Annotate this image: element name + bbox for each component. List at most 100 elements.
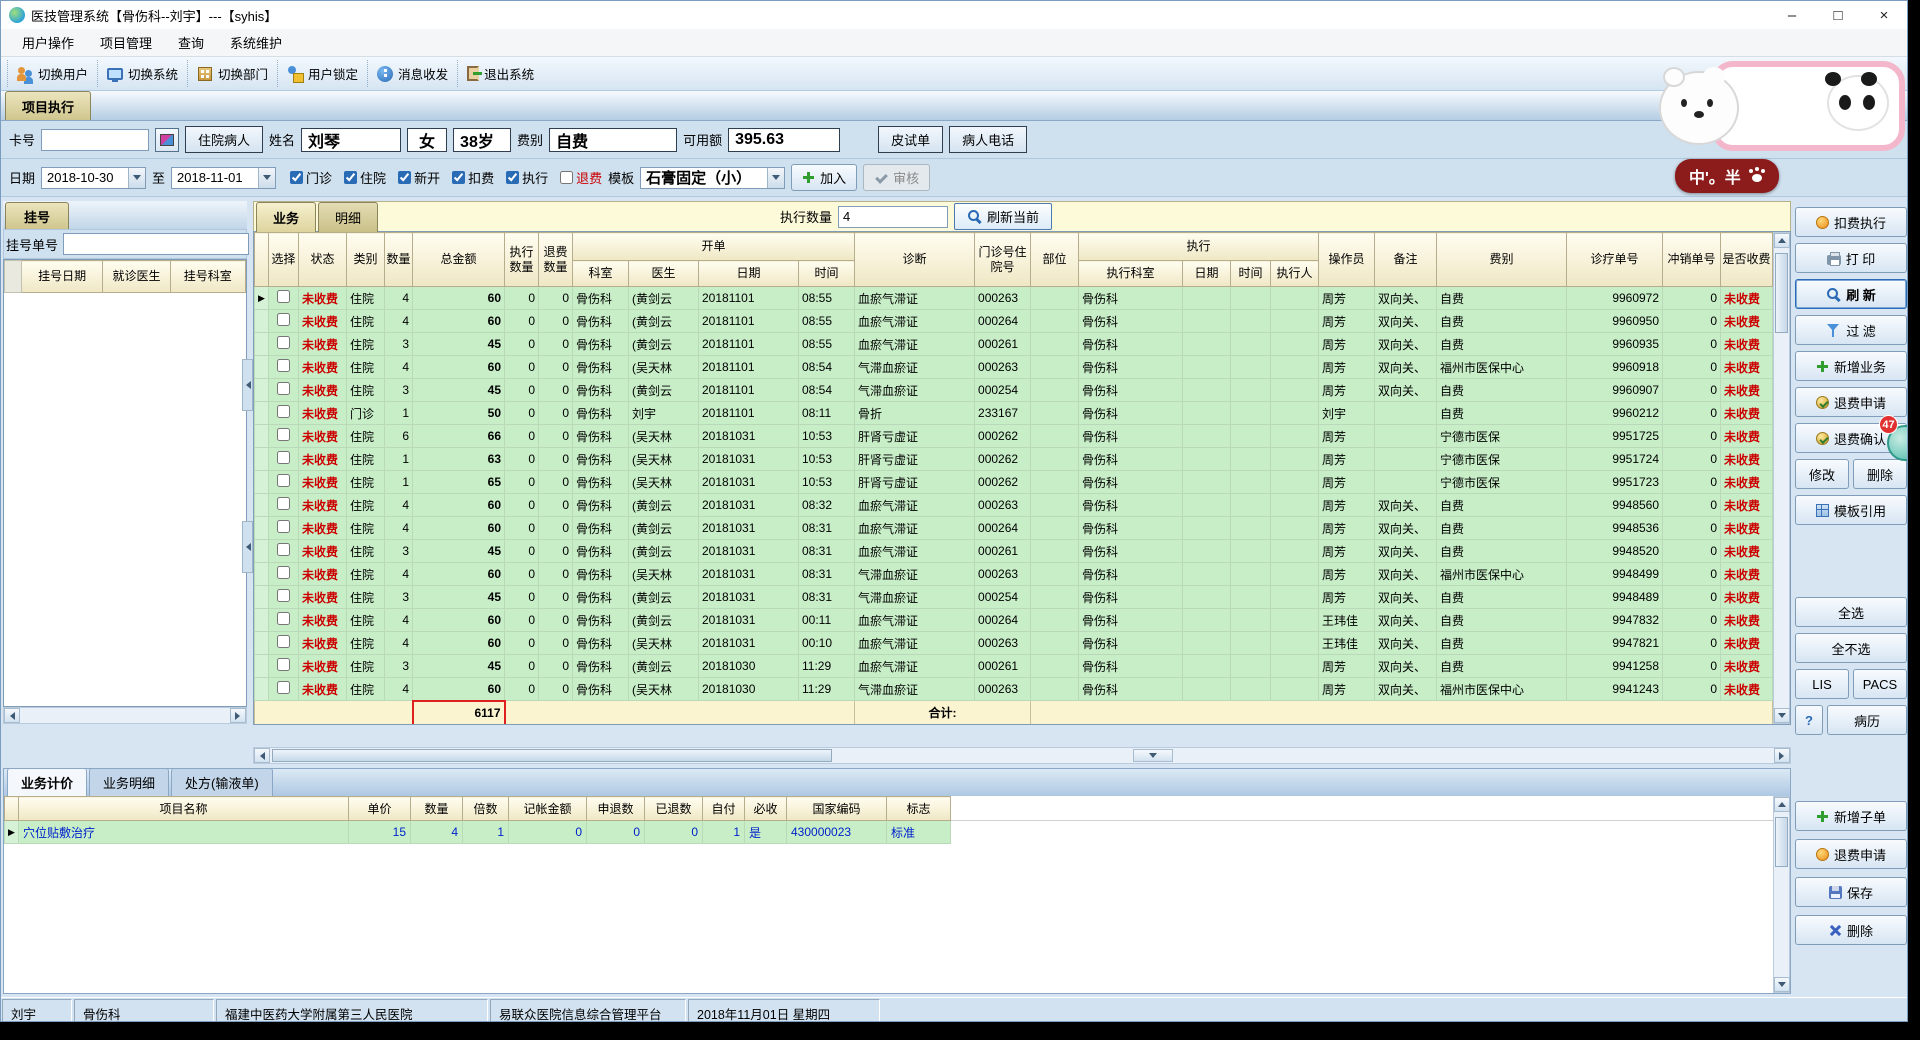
business-vscrollbar[interactable]: [1773, 232, 1790, 724]
scroll-right-icon[interactable]: [230, 708, 246, 723]
row-select-checkbox[interactable]: [277, 336, 290, 349]
filter-checkbox[interactable]: [398, 171, 412, 184]
deduct-execute-button[interactable]: 扣费执行: [1795, 207, 1907, 237]
delete-item-button[interactable]: 删除: [1795, 915, 1907, 945]
scroll-down-icon[interactable]: [1773, 977, 1790, 992]
row-select-checkbox[interactable]: [277, 405, 290, 418]
table-row[interactable]: 未收费 住院 4 60 0 0 骨伤科 (吴天林 20181031 08:31: [254, 562, 1773, 586]
delete-button[interactable]: 删除: [1853, 459, 1907, 489]
close-button[interactable]: ×: [1861, 1, 1907, 29]
toolbar-button[interactable]: 切换系统: [97, 60, 187, 87]
dropdown-arrow-icon[interactable]: [128, 167, 146, 188]
toolbar-button[interactable]: 切换部门: [187, 60, 277, 87]
table-row[interactable]: 未收费 住院 4 60 0 0 骨伤科 (吴天林 20181101 08:54: [254, 355, 1773, 379]
toolbar-button[interactable]: 消息收发: [367, 60, 457, 87]
medical-record-button[interactable]: 病历: [1827, 705, 1907, 735]
toolbar-button[interactable]: 退出系统: [457, 60, 543, 87]
dropdown-arrow-icon[interactable]: [767, 167, 785, 188]
scrollbar-thumb[interactable]: [272, 749, 832, 762]
toolbar-button[interactable]: 切换用户: [7, 60, 97, 87]
refresh-current-button[interactable]: 刷新当前: [954, 203, 1053, 230]
scrollbar-thumb[interactable]: [1775, 253, 1788, 333]
tab-detail[interactable]: 明细: [318, 201, 379, 232]
table-row[interactable]: 未收费 住院 3 45 0 0 骨伤科 (黄剑云 20181030 11:29: [254, 654, 1773, 678]
table-row[interactable]: 未收费 住院 1 63 0 0 骨伤科 (吴天林 20181031 10:53: [254, 447, 1773, 471]
menu-item[interactable]: 项目管理: [87, 28, 165, 57]
table-row[interactable]: 未收费 住院 4 60 0 0 骨伤科 (黄剑云 20181031 08:31: [254, 516, 1773, 540]
panel-collapse-button[interactable]: [242, 521, 253, 573]
date-to-select[interactable]: 2018-11-01: [171, 166, 277, 189]
tab-business-detail[interactable]: 业务明细: [89, 768, 170, 796]
select-all-button[interactable]: 全选: [1795, 597, 1907, 627]
filter-checkbox[interactable]: [290, 171, 304, 184]
table-row[interactable]: 未收费 住院 3 45 0 0 骨伤科 (黄剑云 20181031 08:31: [254, 585, 1773, 609]
scroll-up-icon[interactable]: [1773, 797, 1790, 812]
table-row[interactable]: 未收费 住院 4 60 0 0 骨伤科 (吴天林 20181030 11:29: [254, 677, 1773, 701]
table-row[interactable]: 未收费 住院 4 60 0 0 骨伤科 (黄剑云 20181031 08:32: [254, 493, 1773, 517]
menu-item[interactable]: 用户操作: [9, 28, 87, 57]
refresh-button[interactable]: 刷 新: [1795, 279, 1907, 309]
pricing-row[interactable]: ▶ 穴位贴敷治疗 15 4 1 0 0 0 1 是 430000023 标准: [4, 820, 1773, 844]
scroll-left-icon[interactable]: [254, 748, 270, 763]
tab-project-execute[interactable]: 项目执行: [5, 91, 92, 120]
inpatient-button[interactable]: 住院病人: [185, 126, 264, 153]
filter-button[interactable]: 过 滤: [1795, 315, 1907, 345]
pricing-vscrollbar[interactable]: [1773, 796, 1790, 993]
toolbar-button[interactable]: 用户锁定: [277, 60, 367, 87]
new-business-button[interactable]: 新增业务: [1795, 351, 1907, 381]
table-row[interactable]: 未收费 住院 4 60 0 0 骨伤科 (吴天林 20181031 00:10: [254, 631, 1773, 655]
row-select-checkbox[interactable]: [277, 543, 290, 556]
row-select-checkbox[interactable]: [277, 474, 290, 487]
row-select-checkbox[interactable]: [277, 635, 290, 648]
new-subitem-button[interactable]: 新增子单: [1795, 801, 1907, 831]
minimize-button[interactable]: –: [1769, 1, 1815, 29]
exec-qty-input[interactable]: [838, 205, 949, 228]
row-select-checkbox[interactable]: [277, 451, 290, 464]
scrollbar-thumb[interactable]: [1775, 817, 1788, 867]
registration-hscrollbar[interactable]: [3, 707, 247, 724]
row-select-checkbox[interactable]: [277, 658, 290, 671]
tab-registration[interactable]: 挂号: [5, 202, 70, 229]
table-row[interactable]: 未收费 住院 3 45 0 0 骨伤科 (黄剑云 20181101 08:55: [254, 332, 1773, 356]
card-reader-button[interactable]: [155, 127, 180, 152]
table-row[interactable]: 未收费 门诊 1 50 0 0 骨伤科 刘宇 20181101 08:11 骨折: [254, 401, 1773, 425]
scroll-right-icon[interactable]: [1773, 748, 1790, 763]
date-from-select[interactable]: 2018-10-30: [41, 166, 147, 189]
splitter-collapse-icon[interactable]: [1132, 749, 1173, 762]
patient-phone-button[interactable]: 病人电话: [949, 126, 1028, 153]
select-none-button[interactable]: 全不选: [1795, 633, 1907, 663]
lis-button[interactable]: LIS: [1795, 669, 1849, 699]
table-row[interactable]: 未收费 住院 1 65 0 0 骨伤科 (吴天林 20181031 10:53: [254, 470, 1773, 494]
maximize-button[interactable]: □: [1815, 1, 1861, 29]
row-select-checkbox[interactable]: [277, 520, 290, 533]
row-select-checkbox[interactable]: [277, 428, 290, 441]
table-row[interactable]: ▶ 未收费 住院 4 60 0 0 骨伤科 (黄剑云 20181101 08:5…: [254, 286, 1773, 310]
table-row[interactable]: 未收费 住院 6 66 0 0 骨伤科 (吴天林 20181031 10:53: [254, 424, 1773, 448]
scroll-down-icon[interactable]: [1773, 708, 1790, 723]
scroll-up-icon[interactable]: [1773, 233, 1790, 248]
panel-collapse-button[interactable]: [242, 359, 253, 411]
row-select-checkbox[interactable]: [277, 681, 290, 694]
filter-checkbox[interactable]: [344, 171, 358, 184]
notification-badge[interactable]: 47: [1879, 415, 1898, 434]
tab-prescription[interactable]: 处方(输液单): [171, 768, 273, 796]
row-select-checkbox[interactable]: [277, 566, 290, 579]
template-ref-button[interactable]: 模板引用: [1795, 495, 1907, 525]
refund-apply-button[interactable]: 退费申请: [1795, 387, 1907, 417]
dropdown-arrow-icon[interactable]: [258, 167, 276, 188]
row-select-checkbox[interactable]: [277, 313, 290, 326]
tab-business[interactable]: 业务: [256, 201, 317, 232]
filter-checkbox[interactable]: [452, 171, 466, 184]
add-button[interactable]: 加入: [791, 164, 858, 191]
menu-item[interactable]: 系统维护: [217, 28, 295, 57]
modify-button[interactable]: 修改: [1795, 459, 1849, 489]
template-select[interactable]: 石膏固定（小）: [640, 166, 786, 189]
row-select-checkbox[interactable]: [277, 382, 290, 395]
tab-business-pricing[interactable]: 业务计价: [7, 768, 88, 796]
filter-checkbox[interactable]: [506, 171, 520, 184]
reg-no-input[interactable]: [63, 233, 250, 255]
table-row[interactable]: 未收费 住院 4 60 0 0 骨伤科 (黄剑云 20181101 08:55: [254, 309, 1773, 333]
print-button[interactable]: 打 印: [1795, 243, 1907, 273]
table-row[interactable]: 未收费 住院 4 60 0 0 骨伤科 (黄剑云 20181031 00:11: [254, 608, 1773, 632]
menu-item[interactable]: 查询: [165, 28, 217, 57]
